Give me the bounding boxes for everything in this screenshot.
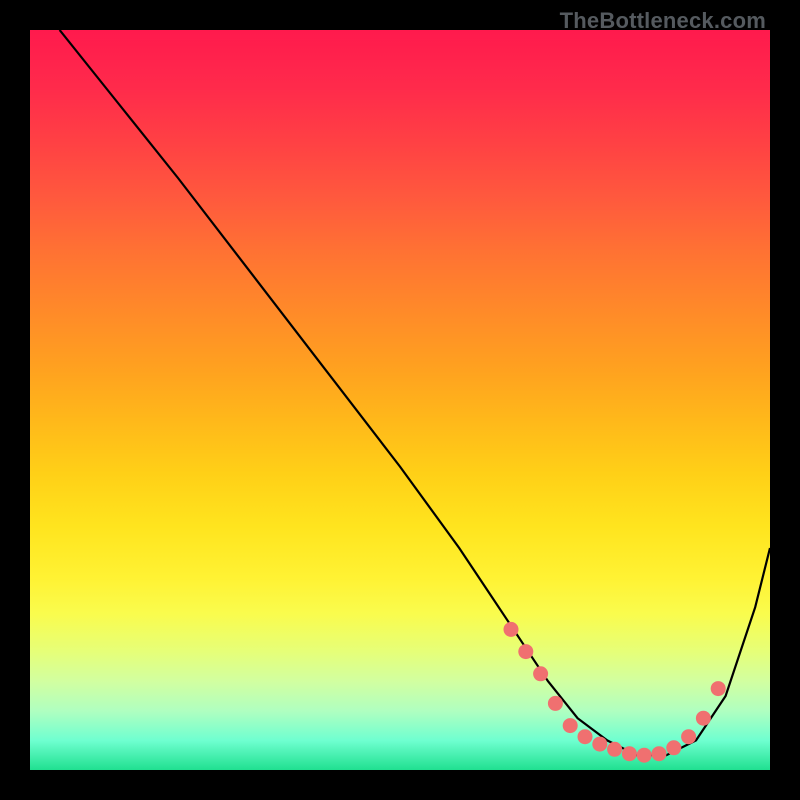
watermark-text: TheBottleneck.com — [560, 8, 766, 34]
line-curve — [60, 30, 770, 755]
marker-dot — [607, 742, 622, 757]
marker-dot — [518, 644, 533, 659]
marker-dot — [504, 622, 519, 637]
plot-area — [30, 30, 770, 770]
marker-dots — [504, 622, 726, 763]
marker-dot — [711, 681, 726, 696]
marker-dot — [637, 748, 652, 763]
chart-svg — [30, 30, 770, 770]
marker-dot — [533, 666, 548, 681]
marker-dot — [666, 740, 681, 755]
marker-dot — [696, 711, 711, 726]
chart-container: TheBottleneck.com — [0, 0, 800, 800]
marker-dot — [652, 746, 667, 761]
marker-dot — [563, 718, 578, 733]
marker-dot — [681, 729, 696, 744]
marker-dot — [548, 696, 563, 711]
marker-dot — [578, 729, 593, 744]
marker-dot — [622, 746, 637, 761]
marker-dot — [592, 737, 607, 752]
